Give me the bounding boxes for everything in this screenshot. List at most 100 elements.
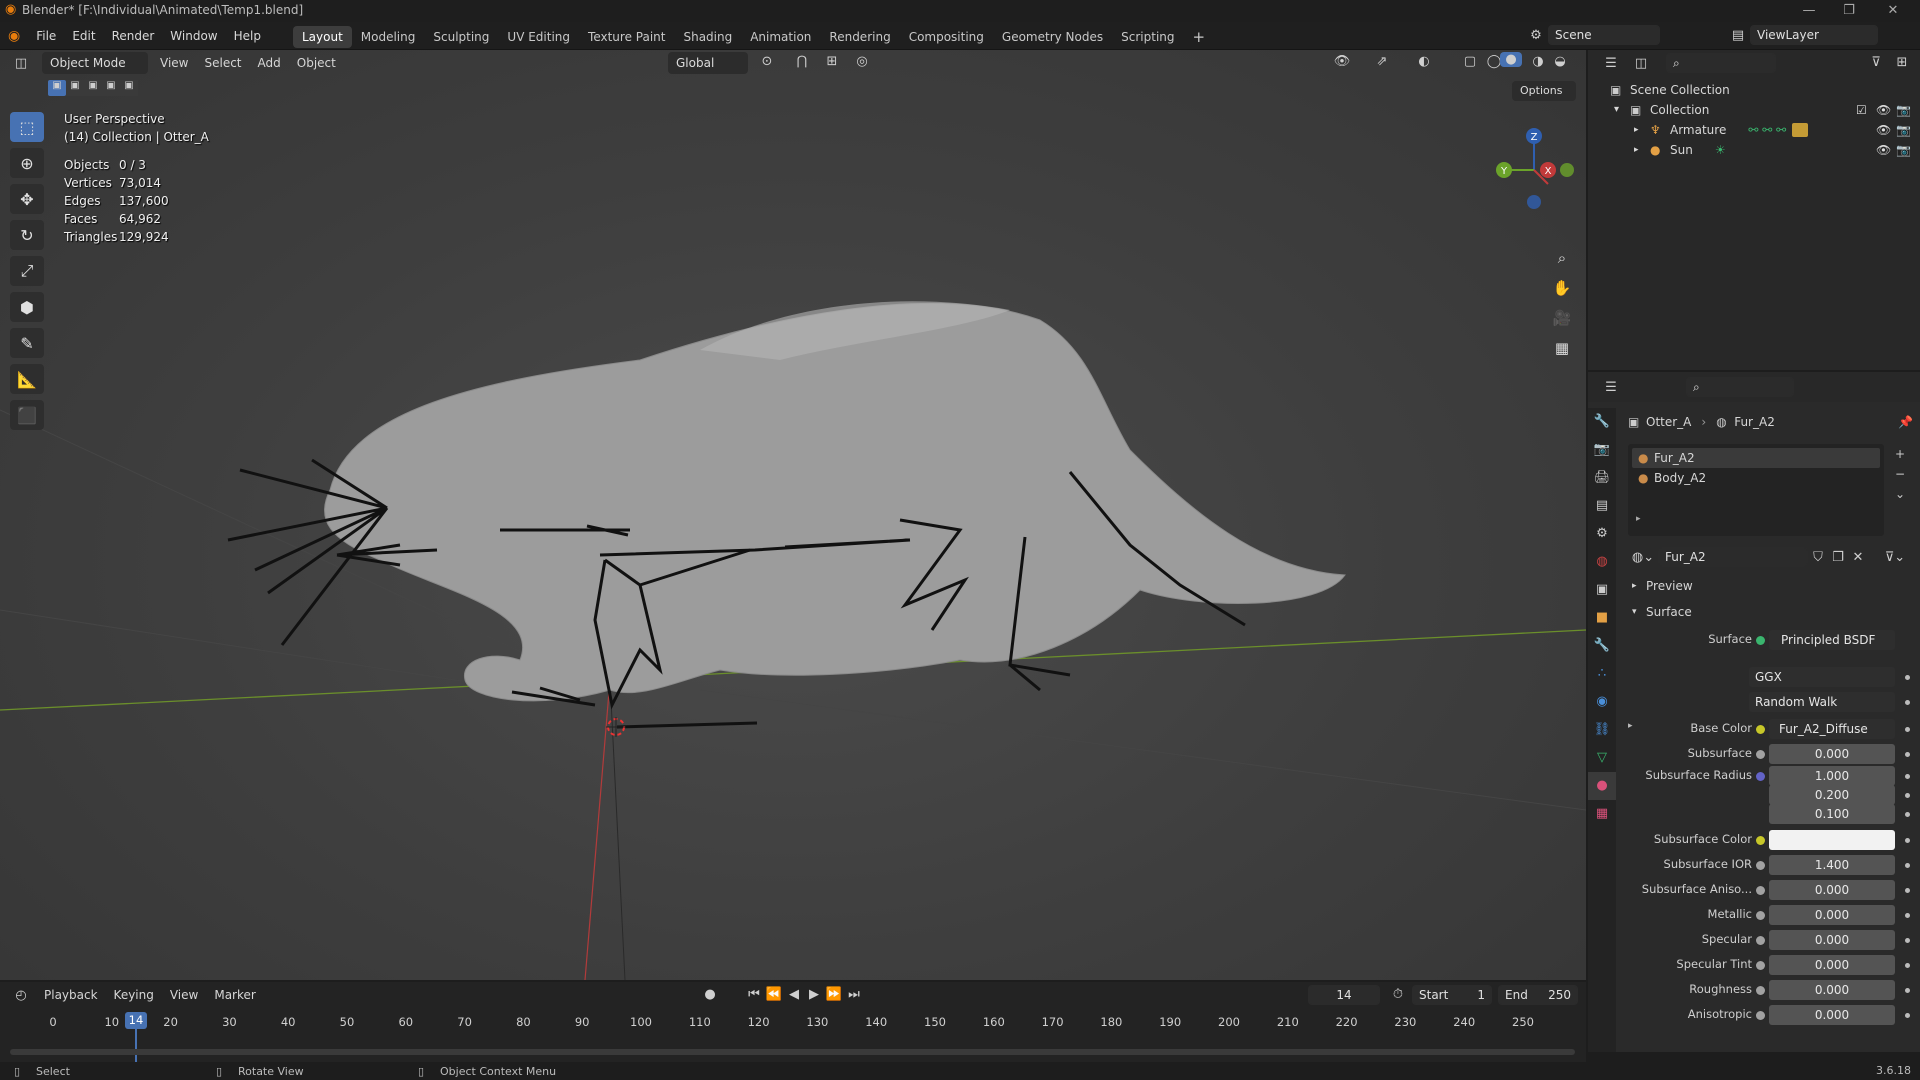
subsurface-method-dropdown[interactable]: Random Walk <box>1749 692 1895 712</box>
outliner-collection[interactable]: ▾ ▣ Collection ☑ 👁 📷 <box>1588 100 1920 120</box>
remove-slot-icon[interactable]: − <box>1890 464 1910 484</box>
pivot-icon[interactable]: ⊙ <box>755 54 779 69</box>
properties-editor-icon[interactable]: ☰ <box>1596 380 1626 395</box>
data-tab-icon[interactable]: ▽ <box>1588 744 1616 772</box>
socket-dot-icon[interactable] <box>1756 986 1765 995</box>
number-field[interactable]: 0.000 <box>1769 744 1895 764</box>
modifier-icon[interactable] <box>1792 123 1809 137</box>
axis-gizmo[interactable]: Z Y X <box>1474 110 1584 230</box>
expand-chevron-icon[interactable]: ▸ <box>1634 140 1650 160</box>
number-field[interactable]: 0.000 <box>1769 955 1895 975</box>
add-cube-tool-icon[interactable]: ⬛ <box>10 400 44 430</box>
slot-specials-icon[interactable]: ⌄ <box>1890 484 1910 504</box>
physics-tab-icon[interactable]: ◉ <box>1588 688 1616 716</box>
outliner-search-input[interactable]: ⌕ <box>1666 53 1776 73</box>
view-layer-field[interactable]: ViewLayer <box>1750 25 1878 45</box>
tab-scripting[interactable]: Scripting <box>1112 26 1183 48</box>
select-intersect-icon[interactable]: ▣ <box>120 80 138 96</box>
select-box-tool-icon[interactable]: ⬚ <box>10 112 44 142</box>
fake-user-icon[interactable]: ⛉ <box>1808 550 1828 565</box>
scene-tab-icon[interactable]: ⚙ <box>1588 520 1616 548</box>
tab-compositing[interactable]: Compositing <box>900 26 993 48</box>
expand-chevron-icon[interactable]: ▸ <box>1628 721 1633 731</box>
expand-chevron-icon[interactable]: ▸ <box>1634 120 1650 140</box>
scene-selector[interactable]: ⚙ Scene <box>1524 25 1660 45</box>
tab-animation[interactable]: Animation <box>741 26 820 48</box>
tab-texture-paint[interactable]: Texture Paint <box>579 26 674 48</box>
orientation-dropdown[interactable]: Global <box>668 52 748 74</box>
menu-file[interactable]: File <box>28 22 64 50</box>
output-tab-icon[interactable]: 🖨 <box>1588 464 1616 492</box>
outliner-item-sun[interactable]: ▸ ● Sun ☀ 👁 📷 <box>1588 140 1920 160</box>
tab-modeling[interactable]: Modeling <box>352 26 425 48</box>
render-tab-icon[interactable]: 📷 <box>1588 436 1616 464</box>
keyframe-dot-icon[interactable] <box>1905 963 1910 968</box>
particles-tab-icon[interactable]: ∴ <box>1588 660 1616 688</box>
keyframe-dot-icon[interactable] <box>1905 838 1910 843</box>
solid-shading-icon[interactable]: ● <box>1500 52 1522 67</box>
vp-menu-select[interactable]: Select <box>196 52 249 74</box>
view-layer-tab-icon[interactable]: ▤ <box>1588 492 1616 520</box>
properties-search-input[interactable]: ⌕ <box>1686 377 1794 397</box>
keyframe-dot-icon[interactable] <box>1905 812 1910 817</box>
vp-menu-object[interactable]: Object <box>289 52 344 74</box>
number-field[interactable]: 0.200 <box>1769 785 1895 805</box>
number-field[interactable]: 1.000 <box>1769 766 1895 786</box>
scene-name-field[interactable]: Scene <box>1548 25 1660 45</box>
tab-shading[interactable]: Shading <box>674 26 741 48</box>
number-field[interactable]: 0.000 <box>1769 1005 1895 1025</box>
armature-render-icon[interactable]: 📷 <box>1896 120 1911 140</box>
panel-surface[interactable]: ▾ Surface <box>1632 602 1912 622</box>
socket-dot-icon[interactable] <box>1756 725 1765 734</box>
xray-icon[interactable]: ▢ <box>1458 54 1482 69</box>
zoom-icon[interactable]: ⌕ <box>1548 244 1576 272</box>
linked-texture-field[interactable]: Fur_A2_Diffuse <box>1769 719 1895 739</box>
overlay-toggle-icon[interactable]: ◐ <box>1412 54 1436 69</box>
collapse-chevron-icon[interactable]: ▾ <box>1614 100 1630 120</box>
menu-window[interactable]: Window <box>162 22 225 50</box>
annotate-tool-icon[interactable]: ✎ <box>10 328 44 358</box>
display-mode-icon[interactable]: ◫ <box>1626 56 1656 71</box>
constraints-tab-icon[interactable]: ⛓ <box>1588 716 1616 744</box>
keyframe-dot-icon[interactable] <box>1905 675 1910 680</box>
close-button[interactable]: ✕ <box>1870 0 1916 22</box>
menu-help[interactable]: Help <box>226 22 269 50</box>
menu-edit[interactable]: Edit <box>64 22 103 50</box>
keyframe-dot-icon[interactable] <box>1905 938 1910 943</box>
material-name-field[interactable]: Fur_A2 <box>1658 547 1808 567</box>
select-invert-icon[interactable]: ▣ <box>102 80 120 96</box>
tab-layout[interactable]: Layout <box>292 26 352 48</box>
select-subtract-icon[interactable]: ▣ <box>84 80 102 96</box>
select-new-icon[interactable]: ▣ <box>48 80 66 96</box>
menu-render[interactable]: Render <box>104 22 163 50</box>
pin-icon[interactable]: 📌 <box>1898 415 1913 429</box>
world-tab-icon[interactable]: ◍ <box>1588 548 1616 576</box>
mode-dropdown[interactable]: Object Mode <box>42 52 148 74</box>
socket-dot-icon[interactable] <box>1756 1011 1765 1020</box>
material-slot-fur[interactable]: ● Fur_A2 <box>1632 448 1880 468</box>
surface-shader-dropdown[interactable]: Principled BSDF <box>1769 630 1895 650</box>
collection-checkbox-icon[interactable]: ☑ <box>1856 100 1867 120</box>
select-extend-icon[interactable]: ▣ <box>66 80 84 96</box>
collection-visibility-icon[interactable]: 👁 <box>1876 100 1891 120</box>
number-field[interactable]: 0.100 <box>1769 804 1895 824</box>
sun-visibility-icon[interactable]: 👁 <box>1876 140 1891 160</box>
unlink-material-icon[interactable]: ✕ <box>1848 550 1868 565</box>
outliner-editor-icon[interactable]: ☰ <box>1596 56 1626 71</box>
number-field[interactable]: 0.000 <box>1769 880 1895 900</box>
number-field[interactable]: 1.400 <box>1769 855 1895 875</box>
keyframe-dot-icon[interactable] <box>1905 774 1910 779</box>
keyframe-dot-icon[interactable] <box>1905 913 1910 918</box>
expand-chevron-icon[interactable]: ▸ <box>1636 514 1641 524</box>
tab-sculpting[interactable]: Sculpting <box>424 26 498 48</box>
snap-icon[interactable]: ⋂ <box>790 54 814 69</box>
tab-uv-editing[interactable]: UV Editing <box>498 26 579 48</box>
duplicate-material-icon[interactable]: ❐ <box>1828 550 1848 565</box>
vp-menu-view[interactable]: View <box>152 52 196 74</box>
number-field[interactable]: 0.000 <box>1769 930 1895 950</box>
modifier-tab-icon[interactable]: 🔧 <box>1588 632 1616 660</box>
socket-dot-icon[interactable] <box>1756 936 1765 945</box>
socket-dot-icon[interactable] <box>1756 911 1765 920</box>
socket-dot-icon[interactable] <box>1756 772 1765 781</box>
armature-data-icon[interactable]: ⚯ ⚯ ⚯ <box>1748 120 1786 140</box>
